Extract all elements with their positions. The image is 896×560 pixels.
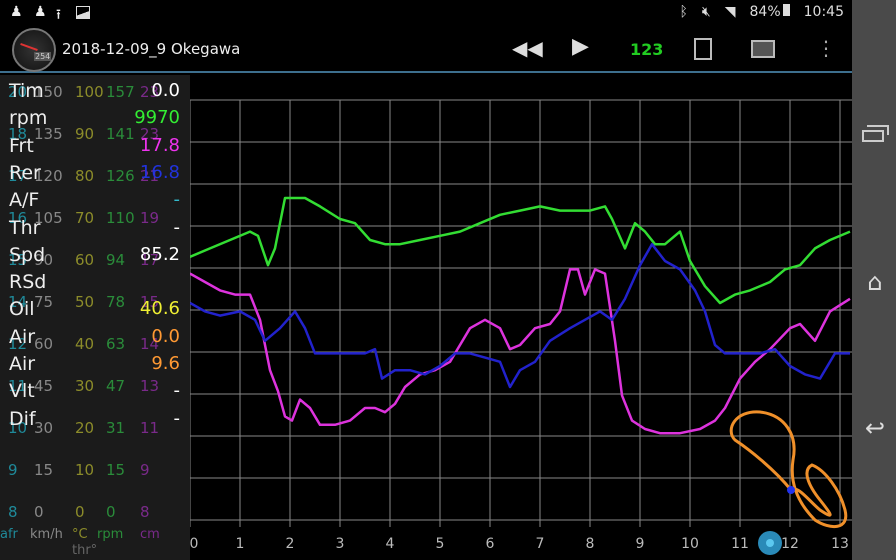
battery-percent: 84%: [749, 4, 781, 20]
readout-label: Frt: [9, 134, 34, 157]
scale-tick-kmh: 45: [34, 377, 54, 395]
overflow-menu-icon[interactable]: ⋮: [816, 36, 836, 60]
readout-value: 9.6: [151, 353, 180, 374]
readout-value: 40.6: [139, 298, 180, 320]
scale-tick-kmh: 75: [34, 293, 54, 311]
battery-icon: [782, 4, 790, 16]
log-chart[interactable]: 0 1 2 3 4 5 6 7 8 9 10 11 12 13: [190, 75, 852, 560]
scale-tick-temp: 80: [75, 167, 95, 185]
scale-tick-temp: 60: [75, 251, 95, 269]
play-button[interactable]: ▶: [572, 34, 589, 59]
x-tick-label: 9: [636, 536, 645, 552]
status-bar: ♟ ♟ ⭱ ᛒ 🔇︎ ◥ 84% 10:45: [0, 0, 852, 25]
scale-tick-kmh: 60: [34, 335, 54, 353]
scale-tick-temp: 30: [75, 377, 95, 395]
scale-tick-temp: 20: [75, 419, 95, 437]
resize-icon[interactable]: [694, 38, 712, 60]
readout-value: -: [173, 216, 181, 238]
scale-tick-temp: 90: [75, 125, 95, 143]
gauge-value: 254: [34, 52, 52, 61]
x-tick-label: 13: [831, 536, 849, 552]
image-icon: [76, 6, 90, 19]
scale-tick-rpm: 0: [106, 503, 116, 521]
scale-tick-temp: 50: [75, 293, 95, 311]
readout-label: Rer: [9, 161, 41, 184]
x-tick-label: 12: [781, 536, 799, 552]
scale-unit: °C: [72, 527, 88, 542]
readout-label: Thr: [9, 216, 41, 239]
system-nav-bar: ⌂ ↩: [852, 0, 896, 560]
readout-value: 9970: [134, 107, 180, 129]
clock: 10:45: [803, 4, 844, 20]
rewind-button[interactable]: ◀◀: [512, 36, 543, 60]
x-tick-label: 5: [436, 536, 445, 552]
readout-label: Vlt: [9, 380, 35, 403]
scale-tick-kmh: 15: [34, 461, 54, 479]
scale-tick-rpm: 15: [106, 461, 126, 479]
scale-tick-temp: 100: [75, 83, 104, 101]
scale-tick-temp: 40: [75, 335, 95, 353]
scale-unit-throttle: thr°: [72, 543, 98, 558]
digits-button[interactable]: 123: [630, 40, 663, 59]
x-tick-label: 11: [731, 536, 749, 552]
timeline-scrubber-dot: [766, 539, 774, 547]
readout-label: RSd: [9, 271, 47, 294]
x-tick-label: 7: [536, 536, 545, 552]
readout-label: rpm: [9, 107, 48, 130]
x-tick-label: 10: [681, 536, 699, 552]
scale-unit: afr: [0, 527, 18, 542]
wifi-icon: ◥: [724, 4, 736, 20]
x-tick-label: 1: [236, 536, 245, 552]
series-line-rpm: [190, 196, 851, 305]
scale-tick-temp: 70: [75, 209, 95, 227]
x-tick-label: 4: [386, 536, 395, 552]
chess-pawn-icon: ♟: [10, 4, 23, 20]
readout-label: Air: [9, 325, 36, 348]
session-title: 2018-12-09_9 Okegawa: [62, 40, 241, 58]
scale-tick-temp: 0: [75, 503, 85, 521]
x-tick-label: 2: [286, 536, 295, 552]
scale-unit: rpm: [97, 527, 124, 542]
recents-icon[interactable]: [860, 122, 890, 146]
readout-value: -: [173, 407, 181, 429]
scale-tick-cm: 9: [140, 461, 150, 479]
scale-unit: km/h: [30, 527, 63, 542]
bluetooth-icon: ᛒ: [679, 4, 688, 20]
track-position-marker: [787, 486, 795, 494]
scale-tick-temp: 10: [75, 461, 95, 479]
readout-value: 0.0: [151, 325, 180, 347]
scale-tick-afr: 9: [8, 461, 18, 479]
x-tick-label: 3: [336, 536, 345, 552]
readout-label: Oil: [9, 298, 35, 321]
scale-tick-afr: 8: [8, 503, 18, 521]
readout-label: Spd: [9, 243, 46, 266]
readout-label: Tim: [9, 80, 44, 102]
scale-unit: cm: [140, 527, 160, 542]
map-icon[interactable]: [751, 40, 775, 58]
chess-pawn-icon: ♟: [34, 4, 47, 20]
x-tick-label: 8: [586, 536, 595, 552]
series-line-frt: [190, 268, 851, 435]
scale-tick-kmh: 30: [34, 419, 54, 437]
readout-value: 0.0: [151, 80, 180, 101]
readout-label: Air: [9, 353, 36, 375]
x-tick-label: 0: [190, 536, 198, 552]
scale-tick-cm: 8: [140, 503, 150, 521]
back-icon[interactable]: ↩: [860, 414, 890, 442]
mute-icon: 🔇︎: [701, 4, 711, 20]
home-icon[interactable]: ⌂: [860, 268, 890, 296]
readout-value: 16.8: [139, 161, 180, 183]
readout-label: A/F: [9, 189, 40, 212]
scale-tick-kmh: 0: [34, 503, 44, 521]
readout-value: -: [173, 380, 181, 402]
readout-value: -: [173, 189, 181, 211]
track-map: [729, 410, 848, 529]
readout-value: 17.8: [139, 134, 180, 156]
x-tick-label: 6: [486, 536, 495, 552]
readout-value: 85.2: [139, 243, 180, 265]
app-logo-gauge[interactable]: 254: [12, 28, 56, 72]
readout-label: Dif: [9, 407, 36, 430]
